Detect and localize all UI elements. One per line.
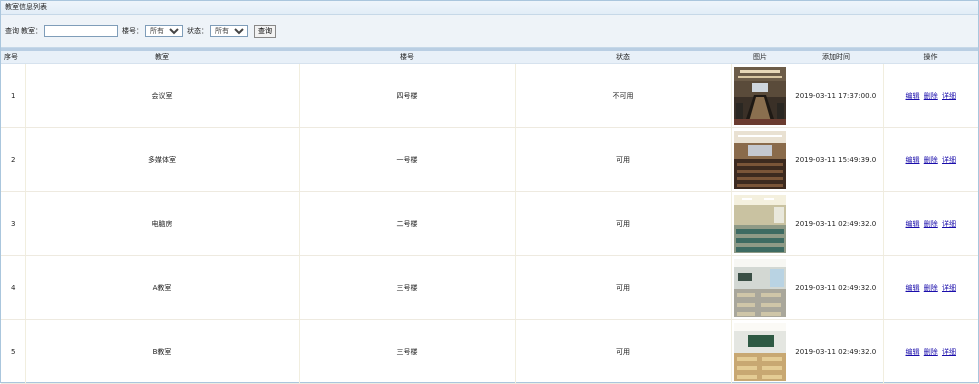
conference-room-photo xyxy=(734,66,787,125)
detail-link[interactable]: 详细 xyxy=(942,156,956,164)
header-index: 序号 xyxy=(1,51,25,64)
row-actions: 编辑 删除 详细 xyxy=(883,255,978,320)
page-title: 教室信息列表 xyxy=(1,1,978,15)
row-classroom: B教室 xyxy=(25,319,300,384)
row-status: 可用 xyxy=(515,255,732,320)
row-classroom: 电脑房 xyxy=(25,191,300,256)
row-building: 四号楼 xyxy=(299,63,516,128)
row-added-time: 2019-03-11 02:49:32.0 xyxy=(789,191,884,256)
row-classroom: 会议室 xyxy=(25,63,300,128)
row-status: 可用 xyxy=(515,127,732,192)
edit-link[interactable]: 编辑 xyxy=(906,284,920,292)
row-added-time: 2019-03-11 02:49:32.0 xyxy=(789,319,884,384)
row-index: 2 xyxy=(1,127,26,192)
edit-link[interactable]: 编辑 xyxy=(906,348,920,356)
delete-link[interactable]: 删除 xyxy=(924,348,938,356)
edit-link[interactable]: 编辑 xyxy=(906,156,920,164)
header-classroom: 教室 xyxy=(25,51,299,64)
lecture-hall-photo xyxy=(734,130,787,189)
search-bar: 查询 教室： 楼号： 所有 状态： 所有 查询 xyxy=(1,15,978,48)
table-row: 3 电脑房 二号楼 可用 2019-03-11 02:49:32.0 编辑 删除… xyxy=(1,191,978,256)
building-label: 楼号： xyxy=(122,27,143,35)
status-select[interactable]: 所有 xyxy=(210,25,248,37)
row-status: 可用 xyxy=(515,191,732,256)
row-classroom: A教室 xyxy=(25,255,300,320)
row-added-time: 2019-03-11 17:37:00.0 xyxy=(789,63,884,128)
edit-link[interactable]: 编辑 xyxy=(906,92,920,100)
row-index: 3 xyxy=(1,191,26,256)
row-status: 不可用 xyxy=(515,63,732,128)
row-actions: 编辑 删除 详细 xyxy=(883,191,978,256)
classroom-label: 教室： xyxy=(21,27,42,35)
row-image-cell xyxy=(731,255,789,320)
row-index: 5 xyxy=(1,319,26,384)
row-building: 三号楼 xyxy=(299,255,516,320)
table-row: 4 A教室 三号楼 可用 2019-03-11 02:49:32.0 编辑 删除… xyxy=(1,255,978,320)
edit-link[interactable]: 编辑 xyxy=(906,220,920,228)
row-actions: 编辑 删除 详细 xyxy=(883,63,978,128)
classroom-photo xyxy=(734,258,787,317)
row-classroom: 多媒体室 xyxy=(25,127,300,192)
header-image: 图片 xyxy=(731,51,789,64)
row-building: 三号楼 xyxy=(299,319,516,384)
status-label: 状态： xyxy=(187,27,208,35)
detail-link[interactable]: 详细 xyxy=(942,92,956,100)
header-added-time: 添加时间 xyxy=(789,51,883,64)
computer-lab-photo xyxy=(734,194,787,253)
header-building: 楼号 xyxy=(299,51,515,64)
delete-link[interactable]: 删除 xyxy=(924,92,938,100)
table-row: 1 会议室 四号楼 不可用 2019-03-11 17:37:00.0 编辑 删… xyxy=(1,63,978,128)
detail-link[interactable]: 详细 xyxy=(942,220,956,228)
row-image-cell xyxy=(731,63,789,128)
table-header-row: 序号 教室 楼号 状态 图片 添加时间 操作 xyxy=(1,51,978,64)
search-button[interactable]: 查询 xyxy=(254,24,276,38)
row-image-cell xyxy=(731,191,789,256)
content-frame: 教室信息列表 查询 教室： 楼号： 所有 状态： 所有 查询 序号 教室 楼号 … xyxy=(0,0,979,384)
delete-link[interactable]: 删除 xyxy=(924,284,938,292)
row-added-time: 2019-03-11 15:49:39.0 xyxy=(789,127,884,192)
header-actions: 操作 xyxy=(883,51,978,64)
row-index: 4 xyxy=(1,255,26,320)
row-status: 可用 xyxy=(515,319,732,384)
row-actions: 编辑 删除 详细 xyxy=(883,127,978,192)
detail-link[interactable]: 详细 xyxy=(942,284,956,292)
classroom-search-input[interactable] xyxy=(44,25,118,37)
delete-link[interactable]: 删除 xyxy=(924,156,938,164)
row-image-cell xyxy=(731,127,789,192)
delete-link[interactable]: 删除 xyxy=(924,220,938,228)
row-added-time: 2019-03-11 02:49:32.0 xyxy=(789,255,884,320)
row-building: 一号楼 xyxy=(299,127,516,192)
building-select[interactable]: 所有 xyxy=(145,25,183,37)
header-status: 状态 xyxy=(515,51,731,64)
detail-link[interactable]: 详细 xyxy=(942,348,956,356)
query-label: 查询 xyxy=(5,27,19,35)
row-index: 1 xyxy=(1,63,26,128)
table-row: 5 B教室 三号楼 可用 2019-03-11 02:49:32.0 编辑 删除… xyxy=(1,319,978,384)
row-image-cell xyxy=(731,319,789,384)
classroom-blackboard-photo xyxy=(734,322,787,381)
row-building: 二号楼 xyxy=(299,191,516,256)
classroom-table: 序号 教室 楼号 状态 图片 添加时间 操作 1 会议室 四号楼 不可用 201… xyxy=(1,51,978,384)
row-actions: 编辑 删除 详细 xyxy=(883,319,978,384)
table-row: 2 多媒体室 一号楼 可用 2019-03-11 15:49:39.0 编辑 删… xyxy=(1,127,978,192)
